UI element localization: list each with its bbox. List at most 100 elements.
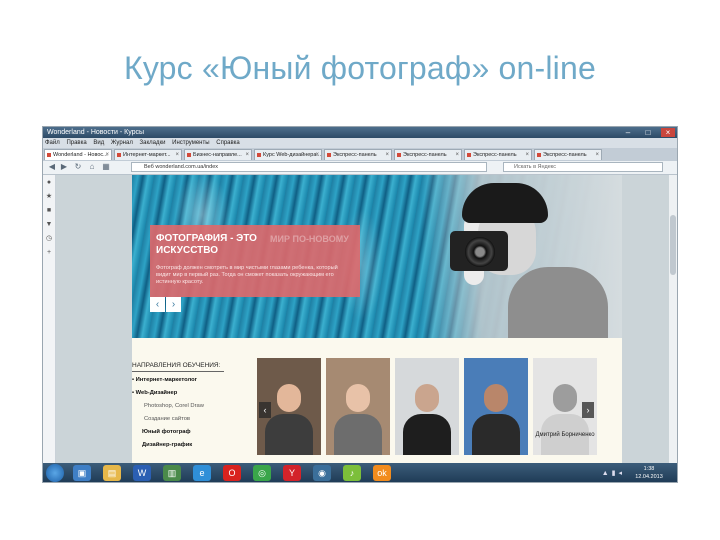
folder-icon[interactable]: ▤ (103, 465, 121, 481)
close-button[interactable]: × (661, 128, 675, 137)
teacher-photo[interactable] (464, 358, 528, 455)
hero-heading-line1: ФОТОГРАФИЯ - ЭТО (156, 233, 257, 244)
content-section: НАПРАВЛЕНИЯ ОБУЧЕНИЯ: • Интернет-маркето… (132, 338, 622, 463)
start-button[interactable] (46, 464, 64, 482)
direction-photoshop[interactable]: Photoshop, Corel Draw (132, 400, 204, 413)
tab-8[interactable]: Экспресс-панель × (534, 149, 602, 160)
search-input[interactable]: Искать в Яндекс (503, 162, 663, 172)
reload-icon[interactable]: ↻ (73, 162, 83, 172)
navigation-bar: ◀ ▶ ↻ ⌂ ▦ Веб wonderland.com.ua/index Ис… (43, 161, 677, 175)
direction-internet-marketer[interactable]: • Интернет-маркетолог (132, 374, 204, 387)
close-tab-icon[interactable]: × (105, 150, 109, 160)
slider-next-button[interactable]: › (166, 297, 181, 312)
scrollbar-thumb[interactable] (670, 215, 676, 275)
teacher-body (334, 414, 382, 455)
close-tab-icon[interactable]: × (595, 150, 599, 160)
directions-title: НАПРАВЛЕНИЯ ОБУЧЕНИЯ: (132, 362, 221, 369)
browser-screenshot: Wonderland - Новости - Курсы – □ × Файл … (42, 126, 678, 483)
close-tab-icon[interactable]: × (245, 150, 249, 160)
teacher-body (265, 414, 313, 455)
tab-1[interactable]: Wonderland - Новос... × (44, 149, 112, 160)
chrome-icon[interactable]: ◎ (253, 465, 271, 481)
tab-4[interactable]: Курс Web-дизайнера... × (254, 149, 322, 160)
media-icon[interactable]: ◉ (313, 465, 331, 481)
teacher-photo[interactable] (395, 358, 459, 455)
notes-icon[interactable]: ■ (45, 207, 53, 215)
forward-icon[interactable]: ▶ (59, 162, 69, 172)
teacher-head (553, 384, 577, 412)
direction-sites[interactable]: Создание сайтов (132, 413, 204, 426)
tab-6[interactable]: Экспресс-панель × (394, 149, 462, 160)
page-scrollbar[interactable] (669, 175, 677, 463)
carousel-next-button[interactable]: › (582, 402, 594, 418)
hero-text: Фотограф должен смотреть в мир чистыми г… (156, 265, 338, 285)
odnoklassniki-icon[interactable]: ok (373, 465, 391, 481)
teacher-photo[interactable] (326, 358, 390, 455)
tab-2[interactable]: Интернет-маркет... × (114, 149, 182, 160)
close-tab-icon[interactable]: × (385, 150, 389, 160)
word-icon[interactable]: W (133, 465, 151, 481)
tab-5[interactable]: Экспресс-панель × (324, 149, 392, 160)
teacher-body (472, 414, 520, 455)
address-bar[interactable]: Веб wonderland.com.ua/index (131, 162, 487, 172)
menu-edit[interactable]: Правка (66, 140, 86, 146)
opera-taskbar-icon[interactable]: O (223, 465, 241, 481)
taskbar-clock[interactable]: 1:38 12.04.2013 (629, 465, 669, 481)
back-icon[interactable]: ◀ (47, 162, 57, 172)
hero-banner: МИР ПО-НОВОМУ ФОТОГРАФИЯ - ЭТО ИСКУССТВО… (150, 225, 360, 297)
yandex-icon[interactable]: Y (283, 465, 301, 481)
history-icon[interactable]: ◷ (45, 235, 53, 243)
teacher-head (346, 384, 370, 412)
direction-web-designer[interactable]: • Web-Дизайнер (132, 387, 204, 400)
directions-list: • Интернет-маркетолог • Web-Дизайнер Pho… (132, 374, 204, 452)
browser-sidebar: ● ★ ■ ▼ ◷ + (43, 175, 56, 463)
ie-icon[interactable]: e (193, 465, 211, 481)
add-panel-icon[interactable]: + (45, 249, 53, 257)
close-tab-icon[interactable]: × (175, 150, 179, 160)
menu-history[interactable]: Журнал (111, 140, 133, 146)
explorer-icon[interactable]: ▣ (73, 465, 91, 481)
teacher-head (415, 384, 439, 412)
home-icon[interactable]: ⌂ (87, 162, 97, 172)
tab-3[interactable]: Бизнес-направле... × (184, 149, 252, 160)
minimize-button[interactable]: – (621, 128, 635, 137)
slider-prev-button[interactable]: ‹ (150, 297, 165, 312)
windows-taskbar: ▣ ▤ W ▥ e O ◎ Y ◉ ♪ ok ▲▮◂ 1:38 12.04.20… (43, 463, 677, 482)
tab-label: Wonderland - Новос... (53, 152, 108, 158)
system-tray-icons[interactable]: ▲▮◂ (602, 469, 625, 477)
photographer-hat (462, 183, 548, 223)
menu-help[interactable]: Справка (216, 140, 240, 146)
tab-label: Экспресс-панель (473, 152, 517, 158)
speed-dial-icon[interactable]: ▦ (101, 162, 111, 172)
menu-view[interactable]: Вид (93, 140, 104, 146)
teachers-carousel: Дмитрий Борниченко ‹ › (257, 358, 597, 455)
tab-strip: Wonderland - Новос... × Интернет-маркет..… (43, 148, 677, 161)
directions-divider (132, 371, 224, 372)
tab-label: Экспресс-панель (333, 152, 377, 158)
opera-icon[interactable]: ● (45, 179, 53, 187)
menu-tools[interactable]: Инструменты (172, 140, 209, 146)
menu-file[interactable]: Файл (45, 140, 60, 146)
hero-heading-line2: ИСКУССТВО (156, 245, 219, 256)
network-icon[interactable]: ▥ (163, 465, 181, 481)
web-page: МИР ПО-НОВОМУ ФОТОГРАФИЯ - ЭТО ИСКУССТВО… (56, 175, 677, 463)
maximize-button[interactable]: □ (641, 128, 655, 137)
direction-young-photographer[interactable]: Юный фотограф (132, 426, 204, 439)
close-tab-icon[interactable]: × (455, 150, 459, 160)
close-tab-icon[interactable]: × (315, 150, 319, 160)
close-tab-icon[interactable]: × (525, 150, 529, 160)
downloads-icon[interactable]: ▼ (45, 221, 53, 229)
sound-icon[interactable]: ♪ (343, 465, 361, 481)
teacher-caption: Дмитрий Борниченко (535, 432, 595, 438)
window-titlebar: Wonderland - Новости - Курсы – □ × (43, 127, 677, 138)
menu-bookmarks[interactable]: Закладки (140, 140, 166, 146)
bookmarks-star-icon[interactable]: ★ (45, 193, 53, 201)
clock-date: 12.04.2013 (635, 474, 663, 480)
carousel-prev-button[interactable]: ‹ (259, 402, 271, 418)
hero-slider: МИР ПО-НОВОМУ ФОТОГРАФИЯ - ЭТО ИСКУССТВО… (132, 175, 622, 338)
tab-label: Интернет-маркет... (123, 152, 171, 158)
tab-7[interactable]: Экспресс-панель × (464, 149, 532, 160)
window-controls: – □ × (621, 128, 675, 137)
direction-graphic-designer[interactable]: Дизайнер-график (132, 439, 204, 452)
tab-label: Экспресс-панель (543, 152, 587, 158)
